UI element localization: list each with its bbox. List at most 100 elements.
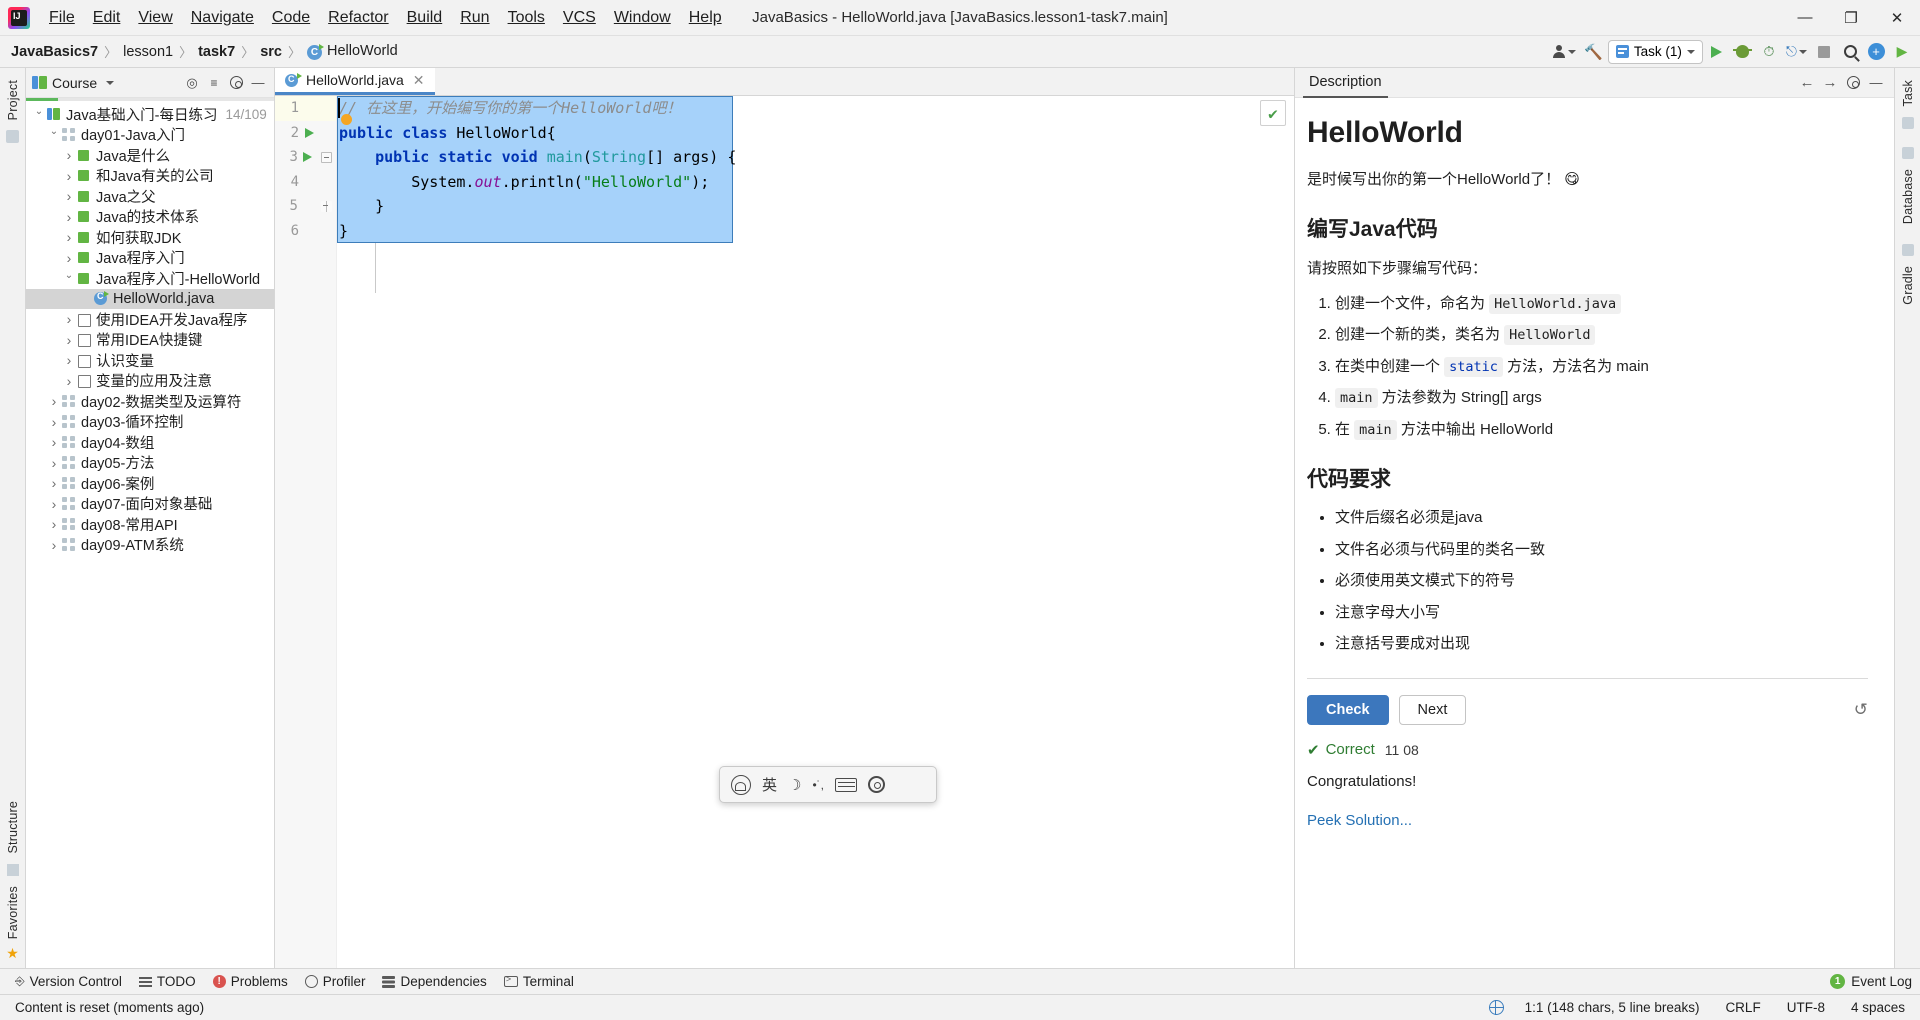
chevron-down-icon[interactable]	[106, 80, 115, 85]
bottom-item-terminal[interactable]: Terminal	[497, 972, 581, 991]
tree-node[interactable]: day06-案例	[26, 473, 274, 494]
indent-setting[interactable]: 4 spaces	[1846, 998, 1910, 1017]
run-configuration-selector[interactable]: Task (1)	[1607, 39, 1703, 64]
menu-window[interactable]: Window	[605, 5, 680, 31]
minimize-button[interactable]: —	[1782, 0, 1828, 35]
editor-tab-helloworld[interactable]: HelloWorld.java ✕	[275, 68, 435, 95]
file-encoding[interactable]: UTF-8	[1782, 998, 1830, 1017]
close-icon[interactable]: ✕	[413, 72, 425, 89]
menu-navigate[interactable]: Navigate	[182, 5, 263, 31]
ime-floating-bar[interactable]: 英 ☽ •˙,	[719, 766, 937, 803]
breadcrumb-task[interactable]: task7	[193, 42, 240, 62]
chevron-right-icon[interactable]	[62, 168, 76, 184]
add-button[interactable]: +	[1864, 40, 1888, 64]
rail-item-gradle[interactable]: Gradle	[1901, 260, 1915, 311]
account-button[interactable]	[1549, 40, 1579, 64]
peek-solution-link[interactable]: Peek Solution...	[1307, 812, 1412, 829]
chevron-right-icon[interactable]	[62, 332, 76, 348]
bottom-item-todo[interactable]: TODO	[132, 972, 203, 991]
tree-node[interactable]: HelloWorld.java	[26, 288, 274, 309]
rail-item-structure[interactable]: Structure	[6, 795, 20, 860]
chevron-down-icon[interactable]	[32, 109, 46, 120]
code-editor[interactable]: 1 2 3 4 5 6 // 在这里，开始编写你的第一个HelloWorld吧！…	[275, 96, 1294, 968]
coverage-button[interactable]: ⎋	[1783, 40, 1810, 64]
editor-gutter[interactable]: 1 2 3 4 5 6	[275, 96, 337, 968]
menu-build[interactable]: Build	[398, 5, 452, 31]
tree-node[interactable]: 常用IDEA快捷键	[26, 330, 274, 351]
hide-description-button[interactable]: —	[1866, 73, 1886, 93]
chevron-right-icon[interactable]	[62, 373, 76, 389]
build-button[interactable]: 🔨	[1581, 40, 1606, 64]
search-everywhere-button[interactable]	[1838, 40, 1862, 64]
moon-icon[interactable]: ☽	[788, 776, 801, 794]
bottom-item-problems[interactable]: ! Problems	[206, 972, 295, 991]
breadcrumb-project[interactable]: JavaBasics7	[6, 42, 103, 62]
menu-file[interactable]: File	[40, 5, 84, 31]
tree-node[interactable]: 和Java有关的公司	[26, 166, 274, 187]
tree-node[interactable]: day04-数组	[26, 432, 274, 453]
next-button[interactable]: Next	[1398, 694, 1467, 725]
caret-position[interactable]: 1:1 (148 chars, 5 line breaks)	[1520, 998, 1705, 1017]
rail-item-project[interactable]: Project	[6, 74, 20, 126]
chevron-right-icon[interactable]	[47, 393, 61, 409]
fold-icon[interactable]	[320, 151, 332, 163]
chevron-right-icon[interactable]	[62, 250, 76, 266]
bottom-item-dependencies[interactable]: Dependencies	[375, 972, 493, 991]
select-opened-file-button[interactable]: ◎	[182, 73, 202, 93]
settings-button[interactable]	[226, 73, 246, 93]
tree-node[interactable]: 使用IDEA开发Java程序	[26, 309, 274, 330]
run-button[interactable]	[1705, 40, 1729, 64]
menu-view[interactable]: View	[129, 5, 181, 31]
tree-node[interactable]: day08-常用API	[26, 514, 274, 535]
globe-icon[interactable]	[1488, 1000, 1504, 1015]
collapse-all-button[interactable]: ≡	[204, 73, 224, 93]
menu-tools[interactable]: Tools	[499, 5, 554, 31]
rail-item-favorites[interactable]: Favorites	[6, 880, 20, 945]
breakpoint-icon[interactable]	[341, 114, 352, 125]
course-tree[interactable]: Java基础入门-每日练习 14/109 day01-Java入门 Java是什么和J…	[26, 101, 274, 968]
tree-node[interactable]: 如何获取JDK	[26, 227, 274, 248]
menu-run[interactable]: Run	[451, 5, 498, 31]
tree-node[interactable]: Java之父	[26, 186, 274, 207]
tree-node[interactable]: Java是什么	[26, 145, 274, 166]
code-content[interactable]: // 在这里，开始编写你的第一个HelloWorld吧！ public clas…	[337, 96, 1294, 968]
chevron-right-icon[interactable]	[62, 229, 76, 245]
settings-icon[interactable]	[868, 776, 885, 793]
menu-help[interactable]: Help	[680, 5, 731, 31]
breadcrumb-class[interactable]: C HelloWorld	[302, 41, 403, 62]
tree-node[interactable]: Java基础入门-每日练习 14/109	[26, 104, 274, 125]
tree-node[interactable]: Java的技术体系	[26, 207, 274, 228]
fold-end-icon[interactable]	[320, 200, 332, 212]
tree-node[interactable]: Java程序入门	[26, 248, 274, 269]
run-method-icon[interactable]	[302, 152, 312, 163]
profile-button[interactable]: ⏱	[1757, 40, 1781, 64]
tree-node[interactable]: 认识变量	[26, 350, 274, 371]
chevron-right-icon[interactable]	[47, 475, 61, 491]
chevron-right-icon[interactable]	[47, 414, 61, 430]
chevron-down-icon[interactable]	[47, 129, 61, 140]
check-button[interactable]: Check	[1307, 694, 1389, 725]
ime-mode-label[interactable]: 英	[762, 774, 777, 795]
chevron-right-icon[interactable]	[62, 188, 76, 204]
line-separator[interactable]: CRLF	[1720, 998, 1765, 1017]
maximize-button[interactable]: ❐	[1828, 0, 1874, 35]
menu-vcs[interactable]: VCS	[554, 5, 605, 31]
chevron-right-icon[interactable]	[62, 352, 76, 368]
tree-node[interactable]: day02-数据类型及运算符	[26, 391, 274, 412]
sogou-logo-icon[interactable]	[731, 774, 751, 795]
chevron-right-icon[interactable]	[47, 434, 61, 450]
stop-button[interactable]	[1812, 40, 1836, 64]
previous-task-button[interactable]: ←	[1797, 73, 1817, 93]
chevron-right-icon[interactable]	[47, 516, 61, 532]
bottom-item-version-control[interactable]: ⎆ Version Control	[8, 972, 129, 991]
tree-node[interactable]: 变量的应用及注意	[26, 371, 274, 392]
tree-node[interactable]: day07-面向对象基础	[26, 494, 274, 515]
tab-description[interactable]: Description	[1303, 69, 1388, 98]
chevron-right-icon[interactable]	[62, 209, 76, 225]
rail-item-task[interactable]: Task	[1901, 74, 1915, 113]
punctuation-icon[interactable]: •˙,	[812, 778, 824, 792]
description-settings-button[interactable]	[1843, 73, 1863, 93]
run-class-icon[interactable]	[304, 127, 314, 138]
keyboard-icon[interactable]	[835, 777, 857, 792]
menu-edit[interactable]: Edit	[84, 5, 130, 31]
